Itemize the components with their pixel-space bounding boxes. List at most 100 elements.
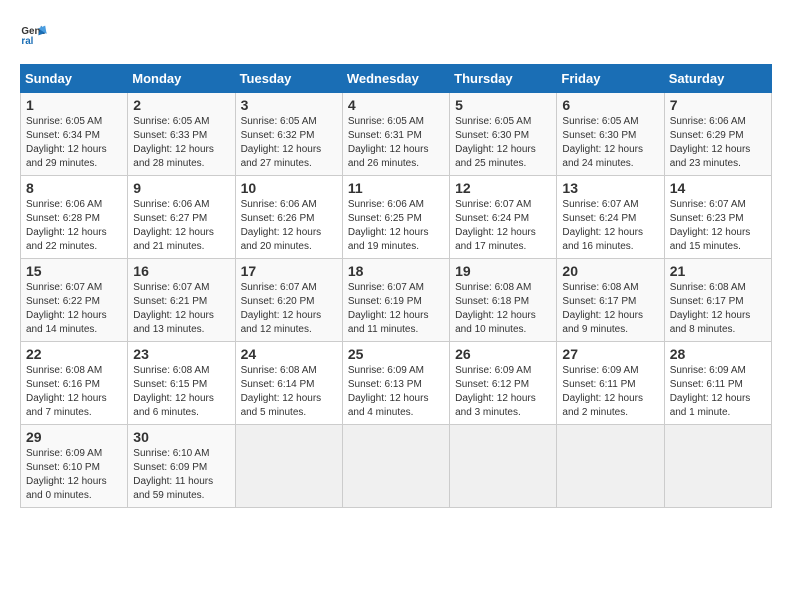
cell-info: Sunrise: 6:05 AMSunset: 6:33 PMDaylight:… [133, 115, 229, 171]
calendar-cell: 27Sunrise: 6:09 AMSunset: 6:11 PMDayligh… [557, 342, 664, 425]
calendar-cell: 16 Sunrise: 6:07 AMSunset: 6:21 PMDayligh… [128, 259, 235, 342]
calendar-cell: 11Sunrise: 6:06 AMSunset: 6:25 PMDayligh… [342, 176, 449, 259]
logo-icon: Gene ral [20, 20, 48, 48]
calendar-cell [235, 425, 342, 508]
calendar-table: Sunday Monday Tuesday Wednesday Thursday… [20, 64, 772, 508]
cell-info: Sunrise: 6:07 AMSunset: 6:20 PMDaylight:… [241, 281, 337, 337]
calendar-cell: 19 Sunrise: 6:08 AMSunset: 6:18 PMDayligh… [450, 259, 557, 342]
calendar-cell: 25 Sunrise: 6:09 AMSunset: 6:13 PMDayligh… [342, 342, 449, 425]
day-number: 10 [241, 180, 337, 196]
header-thursday: Thursday [450, 65, 557, 93]
day-number: 5 [455, 97, 551, 113]
calendar-cell: 18 Sunrise: 6:07 AMSunset: 6:19 PMDayligh… [342, 259, 449, 342]
calendar-cell: 14 Sunrise: 6:07 AMSunset: 6:23 PMDayligh… [664, 176, 771, 259]
cell-info: Sunrise: 6:08 AMSunset: 6:17 PMDaylight:… [562, 281, 658, 337]
day-number: 30 [133, 429, 229, 445]
day-number: 18 [348, 263, 444, 279]
calendar-week-row: 29Sunrise: 6:09 AMSunset: 6:10 PMDayligh… [21, 425, 772, 508]
header-saturday: Saturday [664, 65, 771, 93]
days-header-row: Sunday Monday Tuesday Wednesday Thursday… [21, 65, 772, 93]
calendar-cell: 6Sunrise: 6:05 AMSunset: 6:30 PMDaylight… [557, 93, 664, 176]
header-sunday: Sunday [21, 65, 128, 93]
day-number: 7 [670, 97, 766, 113]
cell-info: Sunrise: 6:08 AMSunset: 6:17 PMDaylight:… [670, 281, 766, 337]
cell-info: Sunrise: 6:07 AMSunset: 6:21 PMDaylight:… [133, 281, 229, 337]
calendar-cell: 4Sunrise: 6:05 AMSunset: 6:31 PMDaylight… [342, 93, 449, 176]
cell-info: Sunrise: 6:07 AMSunset: 6:24 PMDaylight:… [455, 198, 551, 254]
day-number: 6 [562, 97, 658, 113]
day-number: 28 [670, 346, 766, 362]
cell-info: Sunrise: 6:07 AMSunset: 6:22 PMDaylight:… [26, 281, 122, 337]
calendar-cell: 1 Sunrise: 6:05 AMSunset: 6:34 PMDaylight… [21, 93, 128, 176]
cell-info: Sunrise: 6:08 AMSunset: 6:15 PMDaylight:… [133, 364, 229, 420]
day-number: 25 [348, 346, 444, 362]
calendar-body: 1 Sunrise: 6:05 AMSunset: 6:34 PMDaylight… [21, 93, 772, 508]
day-number: 20 [562, 263, 658, 279]
cell-info: Sunrise: 6:08 AMSunset: 6:16 PMDaylight:… [26, 364, 122, 420]
day-number: 14 [670, 180, 766, 196]
cell-info: Sunrise: 6:08 AMSunset: 6:18 PMDaylight:… [455, 281, 551, 337]
calendar-cell: 22Sunrise: 6:08 AMSunset: 6:16 PMDayligh… [21, 342, 128, 425]
calendar-cell: 8 Sunrise: 6:06 AMSunset: 6:28 PMDaylight… [21, 176, 128, 259]
cell-info: Sunrise: 6:10 AMSunset: 6:09 PMDaylight:… [133, 447, 229, 503]
day-number: 2 [133, 97, 229, 113]
calendar-cell: 20 Sunrise: 6:08 AMSunset: 6:17 PMDayligh… [557, 259, 664, 342]
calendar-cell: 12Sunrise: 6:07 AMSunset: 6:24 PMDayligh… [450, 176, 557, 259]
cell-info: Sunrise: 6:07 AMSunset: 6:19 PMDaylight:… [348, 281, 444, 337]
day-number: 19 [455, 263, 551, 279]
calendar-cell: 23 Sunrise: 6:08 AMSunset: 6:15 PMDayligh… [128, 342, 235, 425]
calendar-cell: 28 Sunrise: 6:09 AMSunset: 6:11 PMDayligh… [664, 342, 771, 425]
cell-info: Sunrise: 6:05 AMSunset: 6:34 PMDaylight:… [26, 115, 122, 171]
cell-info: Sunrise: 6:06 AMSunset: 6:28 PMDaylight:… [26, 198, 122, 254]
day-number: 23 [133, 346, 229, 362]
logo: Gene ral [20, 20, 52, 48]
calendar-week-row: 15 Sunrise: 6:07 AMSunset: 6:22 PMDayligh… [21, 259, 772, 342]
calendar-cell: 10 Sunrise: 6:06 AMSunset: 6:26 PMDayligh… [235, 176, 342, 259]
cell-info: Sunrise: 6:06 AMSunset: 6:26 PMDaylight:… [241, 198, 337, 254]
calendar-cell: 26Sunrise: 6:09 AMSunset: 6:12 PMDayligh… [450, 342, 557, 425]
cell-info: Sunrise: 6:05 AMSunset: 6:32 PMDaylight:… [241, 115, 337, 171]
day-number: 11 [348, 180, 444, 196]
calendar-cell [342, 425, 449, 508]
calendar-cell: 3 Sunrise: 6:05 AMSunset: 6:32 PMDaylight… [235, 93, 342, 176]
calendar-cell: 29Sunrise: 6:09 AMSunset: 6:10 PMDayligh… [21, 425, 128, 508]
calendar-cell: 9 Sunrise: 6:06 AMSunset: 6:27 PMDaylight… [128, 176, 235, 259]
calendar-cell: 5 Sunrise: 6:05 AMSunset: 6:30 PMDaylight… [450, 93, 557, 176]
calendar-cell [450, 425, 557, 508]
day-number: 16 [133, 263, 229, 279]
day-number: 15 [26, 263, 122, 279]
cell-info: Sunrise: 6:09 AMSunset: 6:13 PMDaylight:… [348, 364, 444, 420]
day-number: 27 [562, 346, 658, 362]
calendar-week-row: 22Sunrise: 6:08 AMSunset: 6:16 PMDayligh… [21, 342, 772, 425]
day-number: 21 [670, 263, 766, 279]
cell-info: Sunrise: 6:06 AMSunset: 6:27 PMDaylight:… [133, 198, 229, 254]
day-number: 1 [26, 97, 122, 113]
day-number: 24 [241, 346, 337, 362]
calendar-cell: 17Sunrise: 6:07 AMSunset: 6:20 PMDayligh… [235, 259, 342, 342]
cell-info: Sunrise: 6:05 AMSunset: 6:30 PMDaylight:… [455, 115, 551, 171]
calendar-cell: 30 Sunrise: 6:10 AMSunset: 6:09 PMDayligh… [128, 425, 235, 508]
calendar-cell [664, 425, 771, 508]
calendar-week-row: 1 Sunrise: 6:05 AMSunset: 6:34 PMDaylight… [21, 93, 772, 176]
svg-text:ral: ral [21, 36, 33, 47]
cell-info: Sunrise: 6:05 AMSunset: 6:31 PMDaylight:… [348, 115, 444, 171]
day-number: 26 [455, 346, 551, 362]
header-monday: Monday [128, 65, 235, 93]
cell-info: Sunrise: 6:06 AMSunset: 6:29 PMDaylight:… [670, 115, 766, 171]
cell-info: Sunrise: 6:07 AMSunset: 6:24 PMDaylight:… [562, 198, 658, 254]
cell-info: Sunrise: 6:07 AMSunset: 6:23 PMDaylight:… [670, 198, 766, 254]
cell-info: Sunrise: 6:09 AMSunset: 6:10 PMDaylight:… [26, 447, 122, 503]
day-number: 8 [26, 180, 122, 196]
calendar-cell: 15 Sunrise: 6:07 AMSunset: 6:22 PMDayligh… [21, 259, 128, 342]
day-number: 13 [562, 180, 658, 196]
header-wednesday: Wednesday [342, 65, 449, 93]
calendar-cell: 7 Sunrise: 6:06 AMSunset: 6:29 PMDaylight… [664, 93, 771, 176]
day-number: 9 [133, 180, 229, 196]
cell-info: Sunrise: 6:09 AMSunset: 6:11 PMDaylight:… [670, 364, 766, 420]
cell-info: Sunrise: 6:08 AMSunset: 6:14 PMDaylight:… [241, 364, 337, 420]
day-number: 3 [241, 97, 337, 113]
calendar-cell [557, 425, 664, 508]
header-tuesday: Tuesday [235, 65, 342, 93]
calendar-cell: 24 Sunrise: 6:08 AMSunset: 6:14 PMDayligh… [235, 342, 342, 425]
header-friday: Friday [557, 65, 664, 93]
